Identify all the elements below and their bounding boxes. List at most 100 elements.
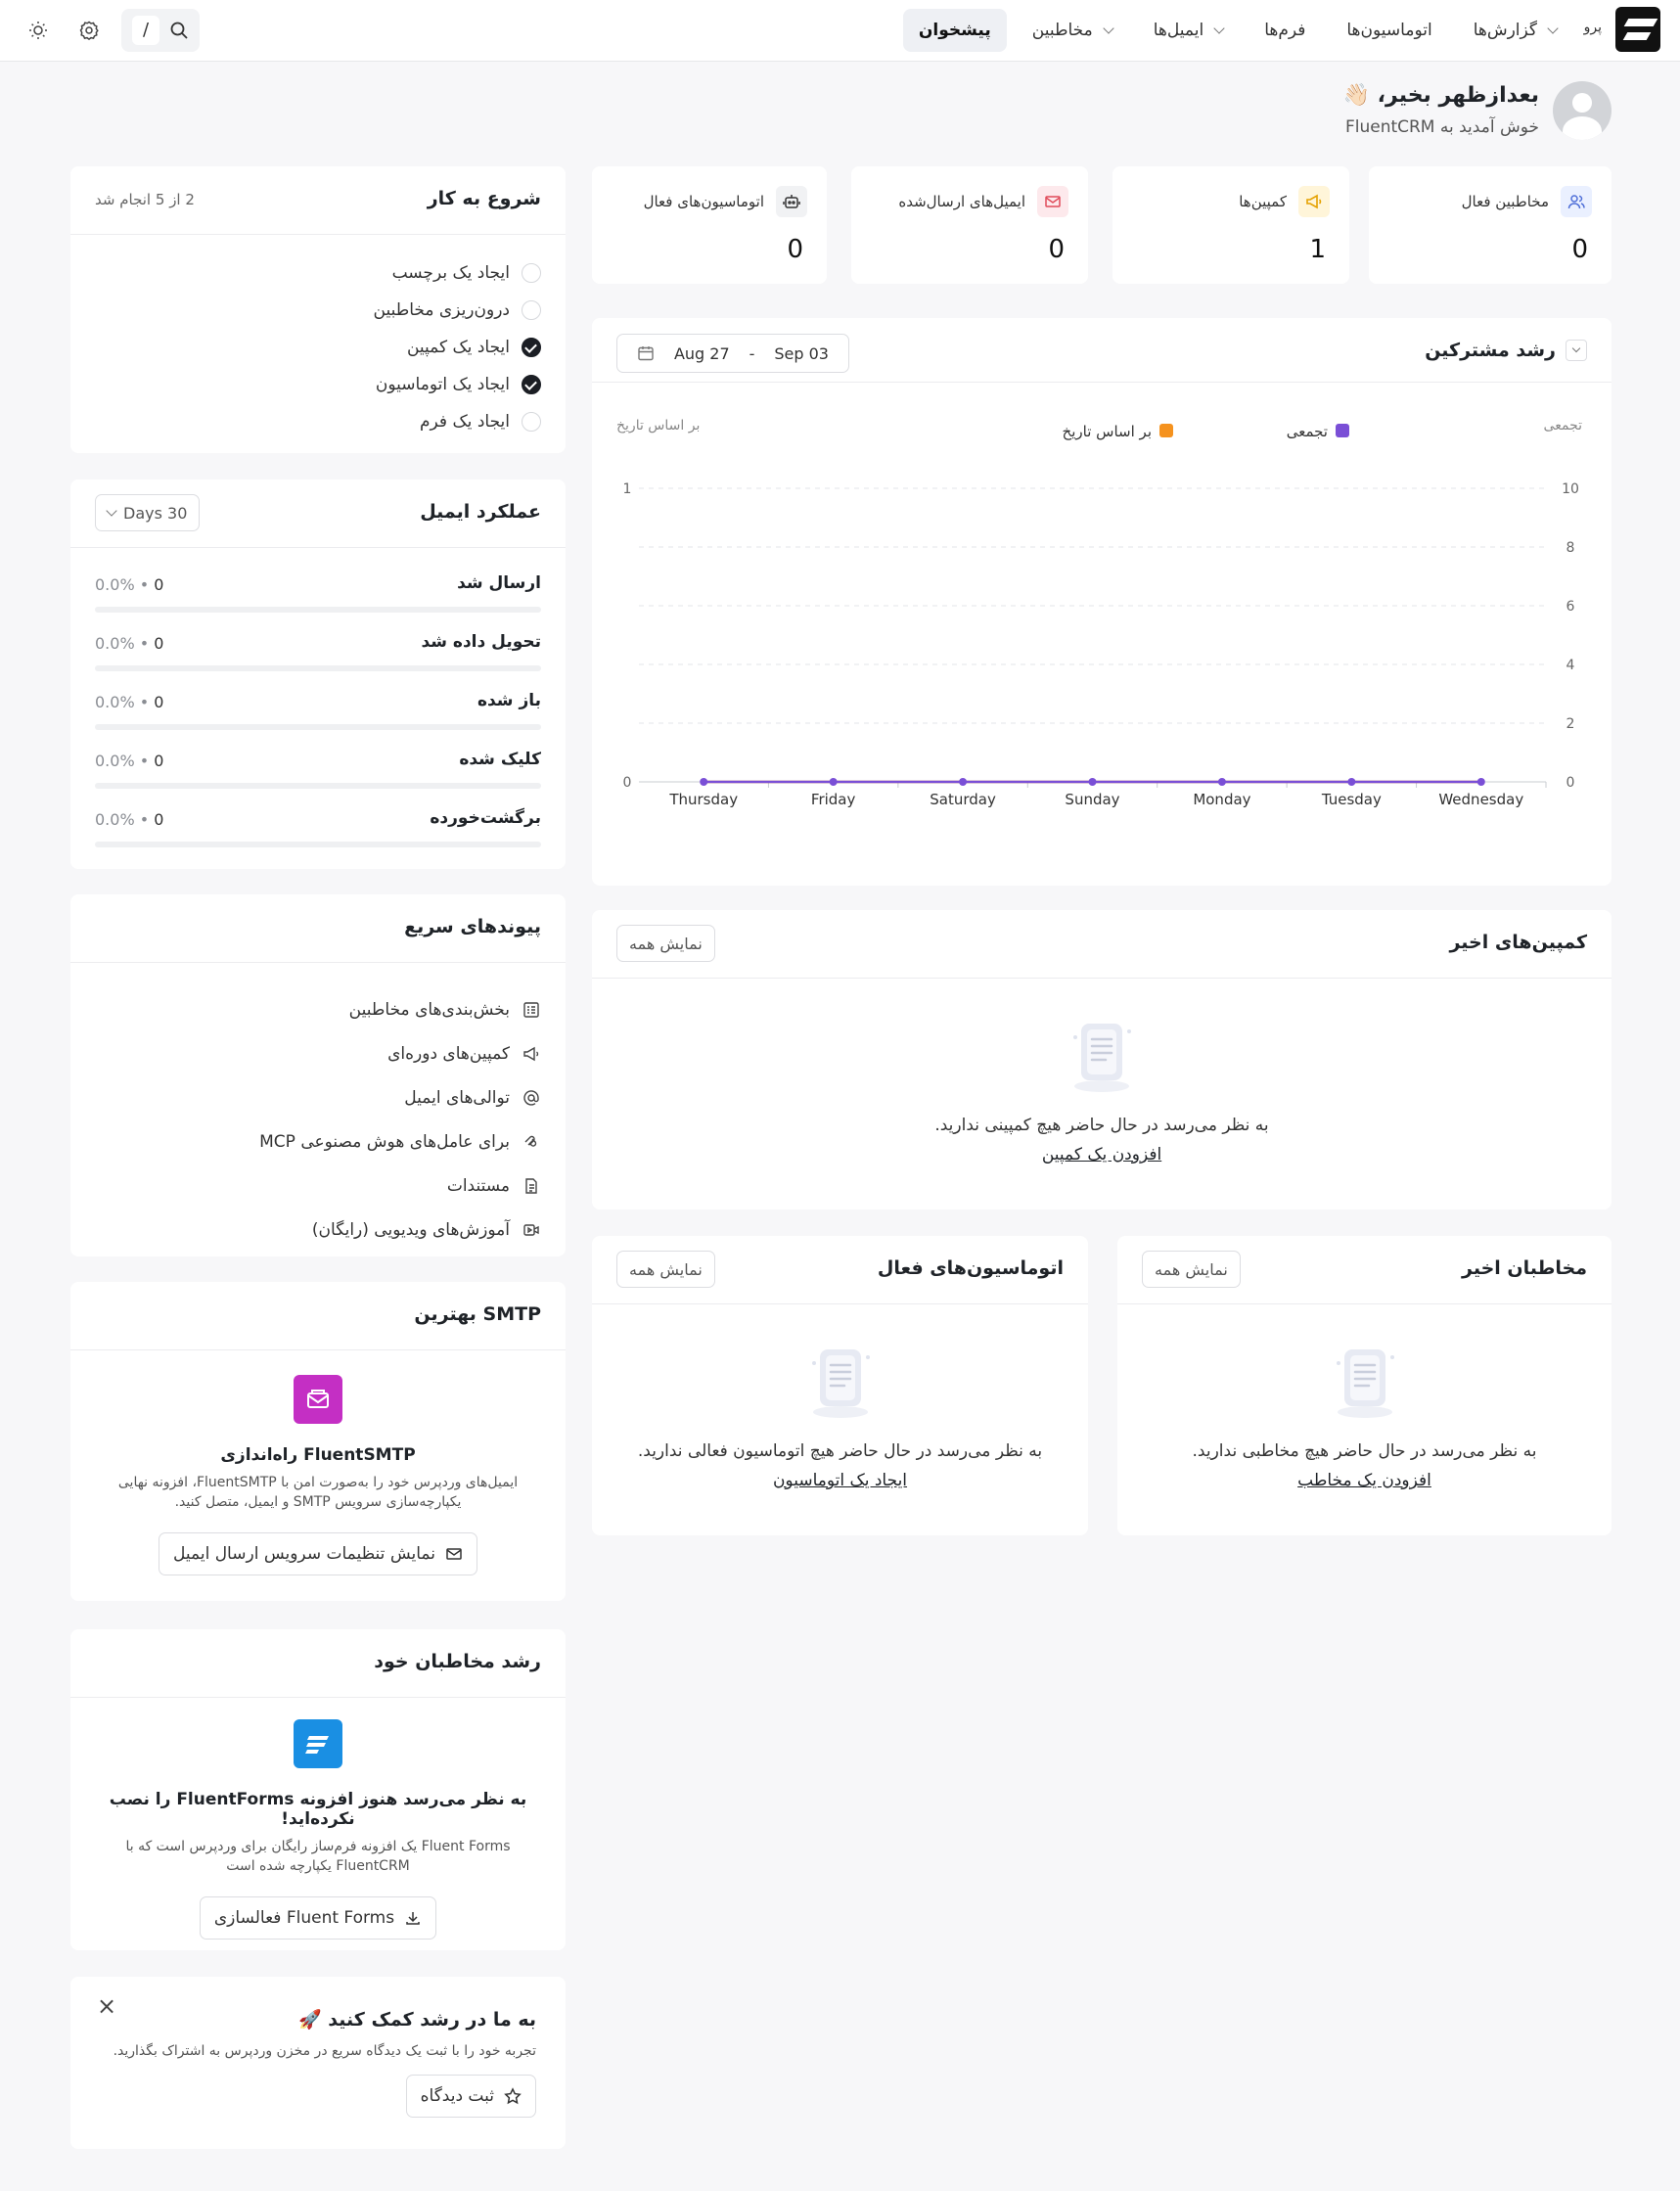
- stat-card-active-automations[interactable]: اتوماسیون‌های فعال 0: [592, 166, 827, 284]
- card-title: پیوندهای سریع: [404, 916, 541, 937]
- checklist-item[interactable]: ایجاد یک اتوماسیون: [374, 366, 541, 403]
- x-tick-label: Friday: [811, 791, 856, 808]
- nav-item-emails[interactable]: ایمیل‌ها: [1138, 9, 1239, 52]
- card-title: بهترین SMTP: [414, 1303, 541, 1325]
- smtp-promo-card: بهترین SMTP راه‌اندازی FluentSMTP ایمیل‌…: [70, 1282, 566, 1601]
- promo-description: Fluent Forms یک افزونه فرم‌ساز رایگان بر…: [125, 1839, 511, 1875]
- theme-toggle-sun-icon[interactable]: [20, 12, 57, 49]
- stat-label: مخاطبین فعال: [1461, 193, 1549, 210]
- empty-text: به نظر می‌رسد در حال حاضر هیچ کمپینی ندا…: [934, 1116, 1269, 1135]
- activate-fluent-forms-button[interactable]: فعالسازی Fluent Forms: [199, 1895, 437, 1940]
- legend-swatch: [1336, 424, 1349, 437]
- checklist: ایجاد یک برچسب درون‌ریزی مخاطبین ایجاد ی…: [374, 254, 541, 440]
- close-icon[interactable]: ×: [97, 1992, 116, 2020]
- fluentcrm-logo[interactable]: [1615, 7, 1660, 52]
- megaphone-icon: [522, 1044, 541, 1064]
- view-all-campaigns-button[interactable]: نمایش همه: [616, 925, 715, 962]
- quick-link-video-tutorials[interactable]: آموزش‌های ویدیویی (رایگان): [259, 1208, 541, 1252]
- x-tick-label: Sunday: [1065, 791, 1119, 808]
- perf-value: 0.0% • 0: [95, 634, 164, 653]
- at-icon: [522, 1088, 541, 1108]
- quick-link-docs[interactable]: مستندات: [259, 1164, 541, 1208]
- empty-state: به نظر می‌رسد در حال حاضر هیچ اتوماسیون …: [592, 1344, 1088, 1490]
- user-avatar[interactable]: [1553, 81, 1612, 140]
- submit-review-button[interactable]: ثبت دیدگاه: [405, 2075, 536, 2118]
- checklist-item[interactable]: ایجاد یک کمپین: [374, 329, 541, 366]
- smtp-settings-button[interactable]: نمایش تنظیمات سرویس ارسال ایمیل: [159, 1531, 477, 1575]
- checklist-item[interactable]: ایجاد یک فرم: [374, 403, 541, 440]
- perf-percent: 0.0%: [95, 810, 135, 829]
- quick-link-mcp[interactable]: MCP برای عامل‌های هوش مصنوعی: [259, 1119, 541, 1164]
- perf-value: 0.0% • 0: [95, 575, 164, 594]
- nav-item-contacts[interactable]: مخاطبین: [1017, 9, 1128, 52]
- perf-count: 0: [154, 575, 164, 594]
- quick-link-email-sequences[interactable]: توالی‌های ایمیل: [259, 1075, 541, 1119]
- perf-label: ارسال شد: [457, 573, 541, 593]
- calendar-icon: [638, 346, 654, 361]
- stat-label: اتوماسیون‌های فعال: [643, 193, 764, 210]
- card-title: رشد مخاطبان خود: [374, 1651, 541, 1672]
- email-performance-card: عملکرد ایمیل Days 30 ارسال شد 0.0% • 0 ت…: [70, 479, 566, 869]
- create-automation-link[interactable]: ایجاد یک اتوماسیون: [773, 1471, 907, 1490]
- y-tick-label-right: 4: [1566, 658, 1575, 673]
- button-label: فعالسازی Fluent Forms: [213, 1907, 395, 1928]
- nav-item-dashboard[interactable]: پیشخوان: [902, 9, 1007, 52]
- chart-menu-dropdown[interactable]: [1566, 340, 1587, 361]
- stat-card-campaigns[interactable]: کمپین‌ها 1: [1112, 166, 1349, 284]
- stat-card-active-contacts[interactable]: مخاطبین فعال 0: [1369, 166, 1612, 284]
- perf-value: 0.0% • 0: [95, 810, 164, 829]
- segments-icon: [522, 1000, 541, 1020]
- search-box[interactable]: /: [121, 9, 200, 52]
- perf-label: کلیک شده: [459, 750, 541, 769]
- y-tick-label-right: 8: [1566, 540, 1575, 556]
- quick-link-recurring-campaigns[interactable]: کمپین‌های دوره‌ای: [259, 1031, 541, 1075]
- add-contact-link[interactable]: افزودن یک مخاطب: [1297, 1471, 1431, 1490]
- view-all-automations-button[interactable]: نمایش همه: [616, 1251, 715, 1288]
- nav-item-reports[interactable]: گزارش‌ها: [1458, 9, 1572, 52]
- stat-value: 0: [1048, 235, 1065, 264]
- stat-card-emails-sent[interactable]: ایمیل‌های ارسال‌شده 0: [851, 166, 1088, 284]
- button-label: ثبت دیدگاه: [420, 2086, 494, 2106]
- quick-link-label: توالی‌های ایمیل: [404, 1087, 510, 1108]
- card-header: رشد مخاطبان خود: [70, 1629, 566, 1698]
- checklist-item[interactable]: ایجاد یک برچسب: [374, 254, 541, 292]
- settings-gear-icon[interactable]: [70, 12, 108, 49]
- card-title: مخاطبان اخیر: [1462, 1257, 1587, 1279]
- unchecked-circle-icon: [522, 412, 541, 432]
- checklist-label: ایجاد یک کمپین: [406, 338, 510, 357]
- checked-circle-icon: [522, 338, 541, 357]
- nav-item-label: اتوماسیون‌ها: [1346, 21, 1432, 40]
- y-tick-label-right: 10: [1562, 481, 1579, 497]
- greeting-title: بعدازظهر بخیر، 👋🏻: [1342, 83, 1539, 108]
- view-all-contacts-button[interactable]: نمایش همه: [1142, 1251, 1241, 1288]
- card-header: پیوندهای سریع: [70, 894, 566, 963]
- search-shortcut-key: /: [132, 16, 159, 45]
- range-select[interactable]: Days 30: [95, 494, 201, 531]
- checklist-label: ایجاد یک فرم: [420, 412, 510, 432]
- checklist-item[interactable]: درون‌ریزی مخاطبین: [374, 292, 541, 329]
- stat-value: 1: [1309, 235, 1326, 264]
- robot-icon: [776, 186, 807, 217]
- empty-document-illustration: [1331, 1344, 1399, 1422]
- data-point: [959, 778, 968, 786]
- empty-text: به نظر می‌رسد در حال حاضر هیچ اتوماسیون …: [637, 1441, 1043, 1461]
- y-tick-label-left: 0: [623, 775, 632, 791]
- quick-link-segments[interactable]: بخش‌بندی‌های مخاطبین: [259, 987, 541, 1031]
- nav-item-forms[interactable]: فرم‌ها: [1249, 9, 1321, 52]
- quick-link-label: کمپین‌های دوره‌ای: [387, 1043, 510, 1064]
- add-campaign-link[interactable]: افزودن یک کمپین: [1042, 1145, 1161, 1164]
- chevron-down-icon: [1103, 23, 1114, 34]
- recent-contacts-card: مخاطبان اخیر نمایش همه به نظر می‌رسد در …: [1117, 1236, 1612, 1535]
- card-header: اتوماسیون‌های فعال نمایش همه: [592, 1236, 1088, 1304]
- date-range-picker[interactable]: Aug 27 - Sep 03: [616, 334, 849, 373]
- perf-count: 0: [154, 693, 164, 711]
- nav-item-automations[interactable]: اتوماسیون‌ها: [1331, 9, 1447, 52]
- promo-body: راه‌اندازی FluentSMTP ایمیل‌های وردپرس خ…: [70, 1375, 566, 1575]
- unchecked-circle-icon: [522, 263, 541, 283]
- subscriber-growth-card: رشد مشترکین Aug 27 - Sep 03 تجمعی بر اساس…: [592, 318, 1612, 886]
- data-point: [1476, 778, 1485, 786]
- promo-title: به نظر می‌رسد هنوز افزونه FluentForms را…: [109, 1790, 527, 1829]
- card-header: شروع به کار 2 از 5 انجام شد: [70, 166, 566, 235]
- promo-body: به نظر می‌رسد هنوز افزونه FluentForms را…: [70, 1719, 566, 1940]
- date-to: Sep 03: [774, 343, 829, 363]
